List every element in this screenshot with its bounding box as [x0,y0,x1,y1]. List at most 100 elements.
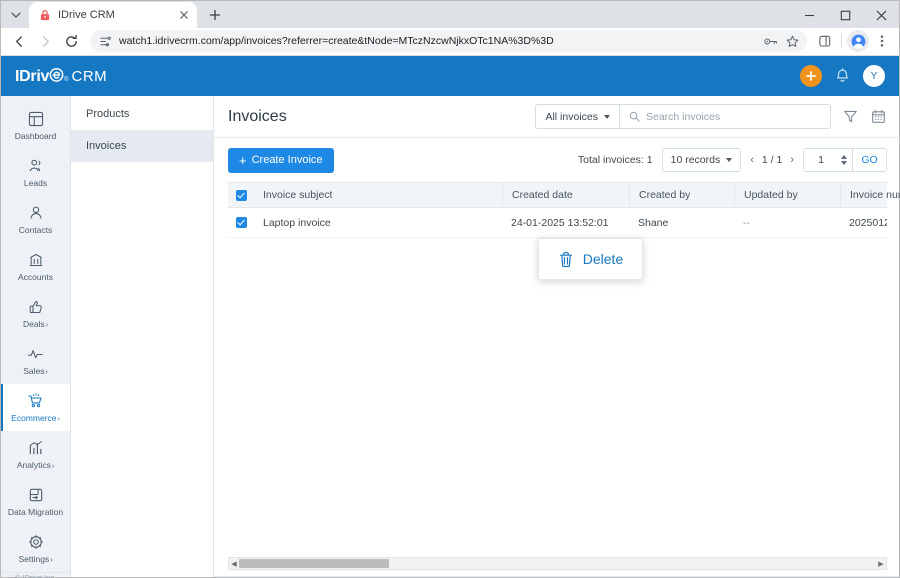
reload-button[interactable] [59,29,83,53]
app-header-actions: Y [800,65,885,88]
invoices-table: Invoice subject Created date Created by … [228,182,900,239]
sidebar-item-leads[interactable]: Leads [1,149,70,196]
browser-window: IDrive CRM watch1.idrivecrm.com/app/invo… [0,0,900,578]
logo-brand: IDriv [15,68,50,86]
checkbox-checked-icon [235,189,247,201]
sidebar-item-dashboard[interactable]: Dashboard [1,102,70,149]
cell-invoice-number: 2025012408220113 [849,216,887,229]
shopping-cart-icon [27,393,44,410]
column-invoice-subject[interactable]: Invoice subject [254,182,502,208]
logo-registered: ® [64,77,69,84]
records-per-page-select[interactable]: 10 records [661,148,742,173]
sidebar-item-label: Analytics› [17,460,54,470]
sidebar-item-text: Deals [22,318,45,329]
row-checkbox[interactable] [228,217,254,229]
gear-icon [28,534,44,551]
leads-icon [28,158,44,175]
column-header-label: Invoice nun [850,189,900,202]
browser-tab[interactable]: IDrive CRM [29,1,197,28]
toolbar-divider [841,34,842,49]
calendar-icon[interactable] [869,108,887,126]
scrollbar-track[interactable] [239,558,876,569]
horizontal-scrollbar[interactable]: ◀ ▶ [228,557,887,570]
select-all-checkbox[interactable] [228,189,254,201]
sidebar-item-analytics[interactable]: Analytics› [1,431,70,478]
split-view-icon[interactable] [814,30,836,52]
bell-icon[interactable] [835,68,850,84]
minimize-icon[interactable] [791,1,827,29]
scroll-right-arrow-icon[interactable]: ▶ [876,560,886,568]
search-box[interactable] [620,105,830,128]
column-updated-by[interactable]: Updated by [734,182,840,209]
sidebar-item-ecommerce[interactable]: Ecommerce› [1,384,70,432]
browser-toolbar: watch1.idrivecrm.com/app/invoices?referr… [1,27,899,57]
plus-circle-icon[interactable] [800,65,822,88]
action-bar: + Create Invoice Total invoices: 1 10 re… [214,138,899,182]
chevron-right-icon: › [57,415,60,423]
column-created-date[interactable]: Created date [502,182,629,209]
pagination-controls: Total invoices: 1 10 records ‹ 1 / 1 › 1… [578,148,887,173]
window-close-icon[interactable] [863,1,899,29]
go-button[interactable]: GO [852,149,886,172]
app-header: IDriv ® CRM Y [1,56,899,97]
subnav-item-invoices[interactable]: Invoices [71,130,213,163]
pulse-icon [27,346,44,363]
url-text: watch1.idrivecrm.com/app/invoices?referr… [119,35,554,48]
stepper-up-icon[interactable] [840,155,847,160]
sidebar-item-text: Sales [23,365,45,376]
search-input[interactable] [646,110,821,123]
lock-favicon [38,8,51,21]
sidebar-item-label: Dashboard [14,130,57,141]
sidebar-item-accounts[interactable]: Accounts [1,243,70,290]
main-header: Invoices All invoices [214,96,899,139]
sidebar-item-label: Data Migration [7,506,64,517]
main-footer-divider [214,576,899,577]
invoice-filter-select[interactable]: All invoices [536,105,620,129]
dashboard-icon [28,111,44,128]
tab-strip: IDrive CRM [1,1,899,28]
forward-button[interactable] [33,29,57,53]
quantity-stepper[interactable] [838,149,852,171]
scroll-left-arrow-icon[interactable]: ◀ [229,560,239,568]
go-to-page-group: GO [803,148,887,173]
profile-avatar-icon[interactable] [847,30,869,53]
sidebar-item-settings[interactable]: Settings› [1,525,70,572]
funnel-filter-icon[interactable] [841,108,859,126]
delete-popup-button[interactable]: Delete [538,238,643,281]
sidebar-item-text: Settings [18,553,50,564]
bar-chart-icon [28,440,44,457]
chevron-right-icon: › [50,556,53,564]
star-icon[interactable] [785,34,799,48]
new-tab-button[interactable] [202,2,228,28]
prev-page-button[interactable]: ‹ [750,154,754,166]
key-icon[interactable] [764,34,778,48]
sidebar-item-deals[interactable]: Deals› [1,290,70,337]
delete-label: Delete [582,251,624,268]
sidebar-item-label: Ecommerce› [11,413,60,423]
kebab-menu-icon[interactable] [871,30,893,52]
create-invoice-button[interactable]: + Create Invoice [228,147,334,173]
back-button[interactable] [7,29,31,53]
sidebar-copyright: © IDrive Inc. [1,572,70,578]
create-invoice-label: Create Invoice [251,154,323,167]
table-row[interactable]: Laptop invoice 24-01-2025 13:52:01 Shane… [228,208,887,239]
sidebar-item-contacts[interactable]: Contacts [1,196,70,243]
sidebar-item-sales[interactable]: Sales› [1,337,70,384]
scrollbar-thumb[interactable] [239,559,389,568]
sidebar-item-data-migration[interactable]: Data Migration [1,478,70,525]
subnav-item-products[interactable]: Products [71,98,213,130]
page-number-input[interactable] [804,149,838,172]
sidebar-item-text: Ecommerce [11,412,57,423]
column-created-by[interactable]: Created by [629,182,734,209]
site-settings-icon[interactable] [98,34,112,48]
maximize-icon[interactable] [827,1,863,29]
stepper-down-icon[interactable] [840,161,847,166]
next-page-button[interactable]: › [790,154,794,166]
close-icon[interactable] [176,7,191,22]
avatar[interactable]: Y [863,65,885,88]
app-logo[interactable]: IDriv ® CRM [15,66,107,86]
tab-list-icon[interactable] [3,2,29,28]
cell-invoice-subject: Laptop invoice [263,216,331,229]
address-bar[interactable]: watch1.idrivecrm.com/app/invoices?referr… [90,30,807,53]
column-invoice-number[interactable]: Invoice nun [840,182,900,209]
